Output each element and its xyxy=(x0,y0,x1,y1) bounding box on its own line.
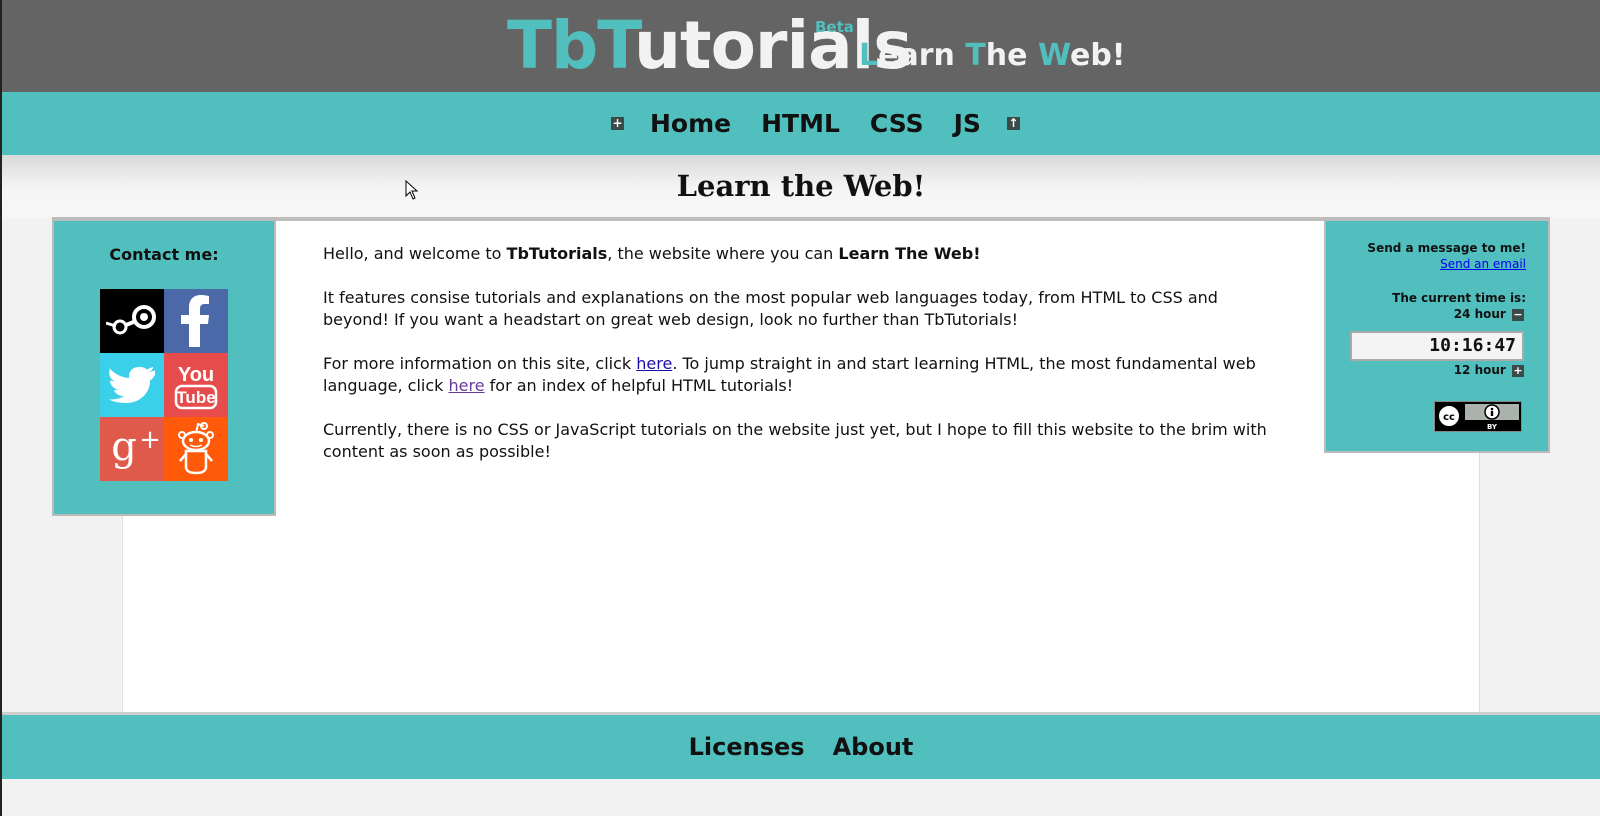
contact-title: Contact me: xyxy=(109,245,219,264)
tagline-letter-w: W xyxy=(1037,38,1070,73)
site-footer: Licenses About xyxy=(2,715,1600,779)
footer-about-link[interactable]: About xyxy=(833,733,914,761)
expand-icon[interactable]: + xyxy=(611,117,624,130)
tagline-letter-l: L xyxy=(859,38,879,73)
logo-tb: Tb xyxy=(507,7,598,84)
steam-icon[interactable] xyxy=(100,289,164,353)
intro-paragraph-3: For more information on this site, click… xyxy=(323,353,1283,397)
tagline-letter-t: T xyxy=(965,38,986,73)
svg-text:+: + xyxy=(139,425,160,455)
social-links: You Tube g + xyxy=(100,289,228,481)
p1-site-name: TbTutorials xyxy=(506,244,608,263)
html-index-link[interactable]: here xyxy=(449,376,485,395)
about-site-link[interactable]: here xyxy=(636,354,672,373)
send-email-link[interactable]: Send an email xyxy=(1440,257,1526,271)
svg-text:cc: cc xyxy=(1443,412,1455,423)
svg-text:g: g xyxy=(111,424,137,470)
creative-commons-badge[interactable]: cc BY xyxy=(1434,401,1522,432)
p1-text-c: , the website where you can xyxy=(607,244,839,263)
main-nav: + Home HTML CSS JS ↑ xyxy=(2,92,1600,155)
side-panel: Send a message to me! Send an email The … xyxy=(1324,219,1550,453)
nav-css[interactable]: CSS xyxy=(870,109,924,138)
intro-paragraph-4: Currently, there is no CSS or JavaScript… xyxy=(323,420,1267,461)
beta-badge: Beta xyxy=(815,18,854,36)
scroll-top-icon[interactable]: ↑ xyxy=(1006,117,1020,130)
tagline-he: he xyxy=(985,38,1038,73)
expand-12-icon[interactable]: + xyxy=(1512,364,1524,377)
reddit-icon[interactable] xyxy=(164,417,228,481)
intro-text: Hello, and welcome to TbTutorials, the w… xyxy=(323,243,1283,485)
page-title: Learn the Web! xyxy=(676,169,926,203)
footer-licenses-link[interactable]: Licenses xyxy=(689,733,805,761)
tagline-earn: earn xyxy=(878,38,966,73)
svg-text:You: You xyxy=(178,364,214,386)
tagline: Learn The Web! xyxy=(859,38,1125,73)
p3-text-a: For more information on this site, click xyxy=(323,354,637,373)
mode-12-row: 12 hour + xyxy=(1454,363,1524,377)
twitter-icon[interactable] xyxy=(100,353,164,417)
site-header: TbTutorials Beta Learn The Web! xyxy=(2,0,1600,92)
clock-display: 10:16:47 xyxy=(1350,331,1524,361)
license-by-label: BY xyxy=(1487,423,1498,431)
contact-panel: Contact me: You Tube g + xyxy=(52,219,276,516)
intro-paragraph-1: Hello, and welcome to TbTutorials, the w… xyxy=(323,243,1283,265)
title-band: Learn the Web! xyxy=(2,155,1600,217)
site-logo[interactable]: TbTutorials Beta Learn The Web! xyxy=(507,6,1125,86)
mode-24-label: 24 hour xyxy=(1453,307,1506,321)
intro-paragraph-2: It features consise tutorials and explan… xyxy=(323,288,1218,329)
mode-24-row: 24 hour − xyxy=(1454,307,1524,321)
nav-home[interactable]: Home xyxy=(650,109,731,138)
google-plus-icon[interactable]: g + xyxy=(100,417,164,481)
time-label: The current time is: xyxy=(1392,291,1526,305)
nav-html[interactable]: HTML xyxy=(761,109,840,138)
mode-12-label: 12 hour xyxy=(1453,363,1506,377)
collapse-24-icon[interactable]: − xyxy=(1512,308,1524,321)
facebook-icon[interactable] xyxy=(164,289,228,353)
logo-t: T xyxy=(597,7,635,84)
p1-text-a: Hello, and welcome to xyxy=(323,244,507,263)
p1-slogan: Learn The Web! xyxy=(838,244,981,263)
message-label: Send a message to me! xyxy=(1367,241,1526,255)
svg-text:Tube: Tube xyxy=(176,388,215,407)
youtube-icon[interactable]: You Tube xyxy=(164,353,228,417)
mouse-cursor-icon xyxy=(405,180,419,200)
nav-js[interactable]: JS xyxy=(954,109,981,138)
tagline-eb: eb! xyxy=(1069,38,1126,73)
p3-text-c: for an index of helpful HTML tutorials! xyxy=(484,376,794,395)
